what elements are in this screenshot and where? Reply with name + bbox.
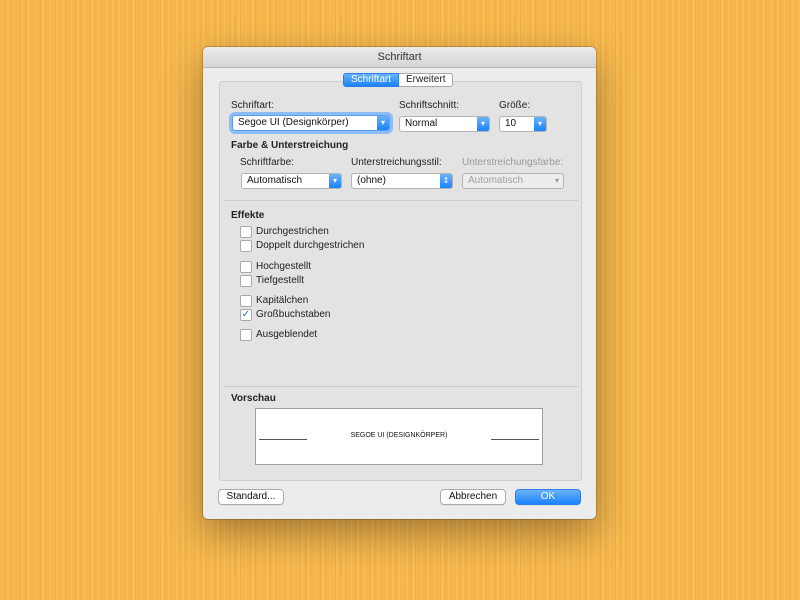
underline-color-value: Automatisch	[468, 175, 524, 186]
label-kapitaelchen: Kapitälchen	[256, 295, 309, 306]
preview-box: SEGOE UI (DESIGNKÖRPER)	[255, 408, 543, 465]
tab-erweitert[interactable]: Erweitert	[399, 73, 454, 87]
font-style-select[interactable]: Normal ▾	[399, 116, 490, 132]
underline-color-select[interactable]: Automatisch ▾	[462, 173, 564, 189]
chevron-down-icon: ▾	[477, 117, 489, 131]
preview-heading: Vorschau	[231, 393, 276, 404]
font-color-label: Schriftfarbe:	[240, 157, 294, 168]
color-underline-heading: Farbe & Unterstreichung	[231, 140, 349, 151]
underline-style-value: (ohne)	[357, 175, 386, 186]
checkbox-grossbuchstaben[interactable]: ✓	[240, 309, 252, 321]
default-button[interactable]: Standard...	[218, 489, 284, 505]
checkbox-kapitaelchen[interactable]	[240, 295, 252, 307]
label-doppelt-durchgestrichen: Doppelt durchgestrichen	[256, 240, 365, 251]
preview-line-right	[491, 439, 539, 440]
checkmark-icon: ✓	[241, 309, 251, 320]
font-size-value: 10	[505, 118, 517, 129]
font-dialog: Schriftart Schriftart Erweitert Schrifta…	[203, 47, 596, 519]
cancel-button[interactable]: Abbrechen	[440, 489, 506, 505]
font-size-label: Größe:	[499, 100, 531, 111]
section-divider	[224, 200, 578, 201]
label-grossbuchstaben: Großbuchstaben	[256, 309, 331, 320]
font-size-select[interactable]: 10 ▾	[499, 116, 547, 132]
chevron-down-icon: ▾	[377, 116, 389, 130]
chevron-down-icon: ▾	[329, 174, 341, 188]
effects-heading: Effekte	[231, 210, 265, 221]
font-select[interactable]: Segoe UI (Designkörper) ▾	[232, 115, 390, 131]
tab-bar: Schriftart Erweitert	[343, 73, 454, 87]
chevron-down-icon: ▾	[534, 117, 546, 131]
underline-style-label: Unterstreichungsstil:	[351, 157, 442, 168]
tab-schriftart[interactable]: Schriftart	[343, 73, 400, 87]
checkbox-durchgestrichen[interactable]	[240, 226, 252, 238]
checkbox-doppelt-durchgestrichen[interactable]	[240, 240, 252, 252]
label-hochgestellt: Hochgestellt	[256, 261, 312, 272]
font-label: Schriftart:	[231, 100, 274, 111]
checkbox-hochgestellt[interactable]	[240, 261, 252, 273]
underline-style-select[interactable]: (ohne) ⇕	[351, 173, 453, 189]
font-color-value: Automatisch	[247, 175, 303, 186]
label-ausgeblendet: Ausgeblendet	[256, 329, 318, 340]
preview-line-left	[259, 439, 307, 440]
font-style-label: Schriftschnitt:	[399, 100, 460, 111]
label-tiefgestellt: Tiefgestellt	[256, 275, 304, 286]
chevron-down-icon: ▾	[554, 176, 559, 185]
updown-arrows-icon: ⇕	[440, 174, 452, 188]
section-divider	[224, 386, 578, 387]
underline-color-label: Unterstreichungsfarbe:	[462, 157, 564, 168]
font-color-select[interactable]: Automatisch ▾	[241, 173, 342, 189]
ok-button[interactable]: OK	[515, 489, 581, 505]
label-durchgestrichen: Durchgestrichen	[256, 226, 329, 237]
checkbox-ausgeblendet[interactable]	[240, 329, 252, 341]
preview-text: SEGOE UI (DESIGNKÖRPER)	[350, 432, 448, 439]
checkbox-tiefgestellt[interactable]	[240, 275, 252, 287]
font-style-value: Normal	[405, 118, 438, 129]
window-title: Schriftart	[203, 47, 596, 68]
font-select-value: Segoe UI (Designkörper)	[238, 117, 349, 128]
